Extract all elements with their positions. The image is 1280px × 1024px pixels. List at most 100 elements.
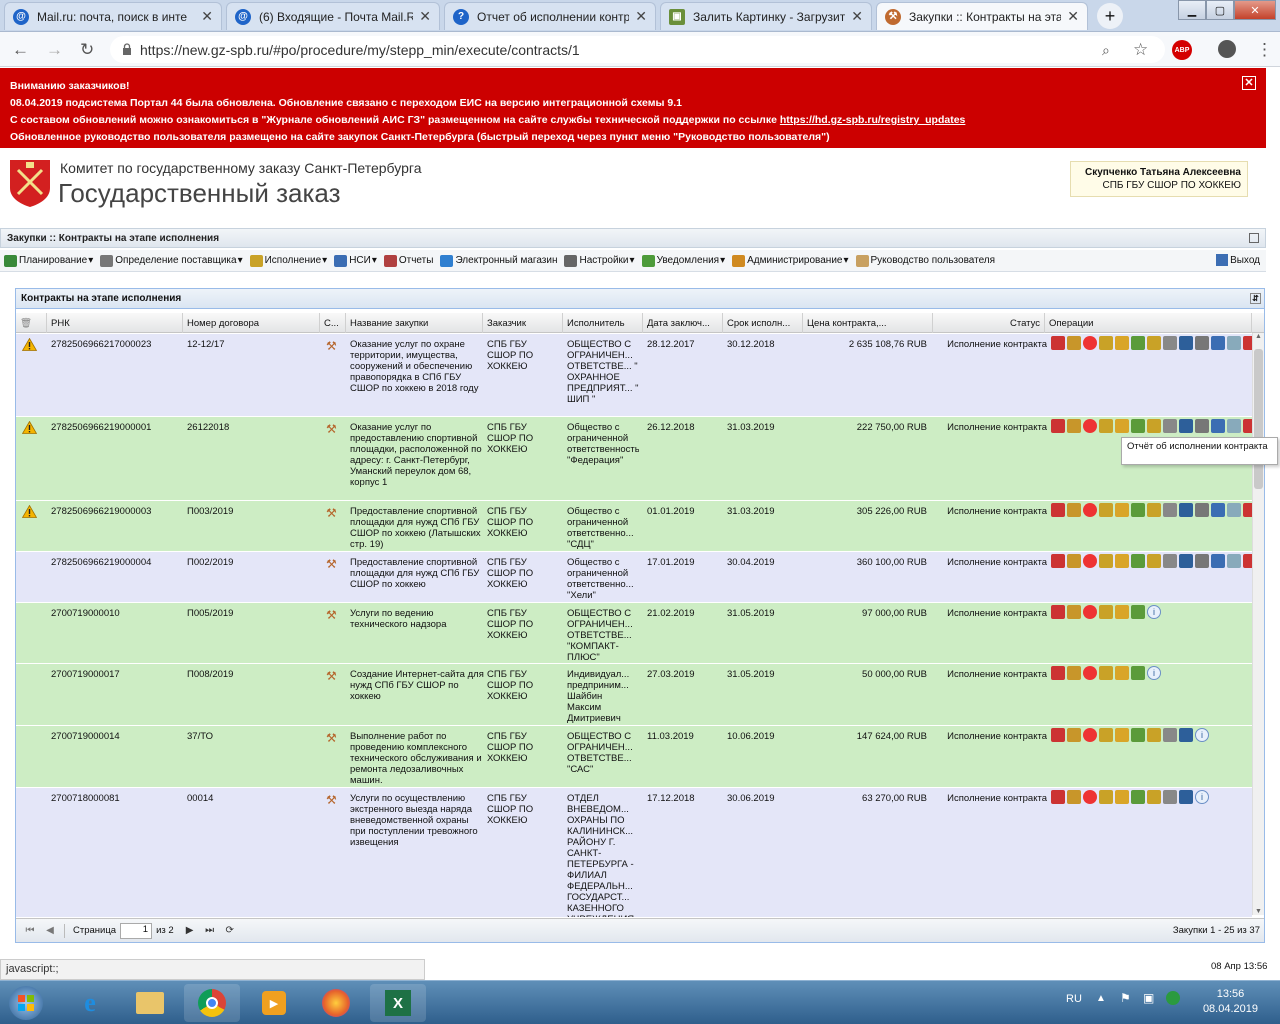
menu-item[interactable]: Уведомления ▾ <box>641 254 725 267</box>
table-row[interactable]: 2782506966217000023 12-12/17 Оказание услу… <box>16 334 1252 417</box>
operation-icon[interactable] <box>1115 336 1129 350</box>
chrome-taskbar-icon[interactable] <box>184 984 240 1022</box>
cell-name[interactable]: Предоставление спортивной площадки для н… <box>350 506 484 550</box>
cell-name[interactable]: Оказание услуг по предоставлению спортив… <box>350 422 484 488</box>
operation-icon[interactable] <box>1099 728 1113 742</box>
tray-network-icon[interactable]: ▣ <box>1143 991 1154 1005</box>
menu-item[interactable]: Отчеты <box>383 254 433 267</box>
browser-tab[interactable]: @ Mail.ru: почта, поиск в инте ✕ <box>4 2 222 30</box>
exit-button[interactable]: Выход <box>1216 254 1260 266</box>
browser-tab[interactable]: ⚒ Закупки :: Контракты на эта ✕ <box>876 2 1088 30</box>
operation-icon[interactable] <box>1227 503 1241 517</box>
updates-link[interactable]: https://hd.gz-spb.ru/registry_updates <box>780 114 966 126</box>
operation-icon[interactable] <box>1115 666 1129 680</box>
operation-icon[interactable] <box>1163 419 1177 433</box>
system-clock[interactable]: 13:56 08.04.2019 <box>1203 987 1258 1017</box>
operation-icon[interactable] <box>1195 336 1209 350</box>
operation-icon[interactable] <box>1131 419 1145 433</box>
operation-icon[interactable] <box>1243 554 1252 568</box>
operation-icon[interactable] <box>1147 554 1161 568</box>
operation-icon[interactable] <box>1179 554 1193 568</box>
grid-scrollbar[interactable]: ▲ ▼ <box>1252 333 1264 915</box>
start-button[interactable] <box>4 984 48 1022</box>
operation-icon[interactable] <box>1099 554 1113 568</box>
operation-icon[interactable] <box>1083 666 1097 680</box>
operation-icon[interactable] <box>1179 790 1193 804</box>
url-field[interactable]: https://new.gz-spb.ru/#po/procedure/my/s… <box>110 36 1165 63</box>
operation-icon[interactable] <box>1067 336 1081 350</box>
operation-icon[interactable] <box>1211 336 1225 350</box>
prev-page-icon[interactable]: ◀ <box>44 925 56 937</box>
table-row[interactable]: 2700719000010 П005/2019 Услуги по ведению … <box>16 603 1252 664</box>
browser-tab[interactable]: @ (6) Входящие - Почта Mail.R ✕ <box>226 2 440 30</box>
firefox-taskbar-icon[interactable] <box>308 984 364 1022</box>
operation-icon[interactable] <box>1131 666 1145 680</box>
operation-icon[interactable] <box>1051 419 1065 433</box>
table-row[interactable]: 2700718000081 00014 Услуги по осуществлени… <box>16 788 1252 918</box>
operation-icon[interactable] <box>1083 336 1097 350</box>
operation-icon[interactable] <box>1131 503 1145 517</box>
operation-icon[interactable] <box>1115 790 1129 804</box>
operation-icon[interactable] <box>1067 503 1081 517</box>
excel-taskbar-icon[interactable]: X <box>370 984 426 1022</box>
operation-icon[interactable] <box>1227 554 1241 568</box>
maximize-window-button[interactable]: ▢ <box>1206 0 1234 20</box>
cell-name[interactable]: Услуги по ведению технического надзора <box>350 608 484 630</box>
operation-icon[interactable] <box>1211 419 1225 433</box>
close-tab-icon[interactable]: ✕ <box>201 8 213 25</box>
operation-icon[interactable] <box>1115 605 1129 619</box>
execution-report-icon[interactable]: i <box>1195 790 1209 804</box>
operation-icon[interactable] <box>1083 728 1097 742</box>
menu-item[interactable]: Исполнение ▾ <box>249 254 327 267</box>
operation-icon[interactable] <box>1051 503 1065 517</box>
media-player-taskbar-icon[interactable]: ▶ <box>246 984 302 1022</box>
operation-icon[interactable] <box>1051 336 1065 350</box>
operation-icon[interactable] <box>1099 419 1113 433</box>
profile-icon[interactable] <box>1218 40 1236 58</box>
operation-icon[interactable] <box>1067 728 1081 742</box>
close-tab-icon[interactable]: ✕ <box>851 8 863 25</box>
close-tab-icon[interactable]: ✕ <box>635 8 647 25</box>
operation-icon[interactable] <box>1147 728 1161 742</box>
operation-icon[interactable] <box>1195 503 1209 517</box>
table-row[interactable]: 2700719000017 П008/2019 Создание Интернет-… <box>16 664 1252 726</box>
operation-icon[interactable] <box>1083 419 1097 433</box>
next-page-icon[interactable]: ▶ <box>184 925 196 937</box>
table-row[interactable]: 2782506966219000003 П003/2019 Предоставлен… <box>16 501 1252 552</box>
column-header[interactable]: РНК <box>47 313 183 333</box>
collapse-panel-button[interactable] <box>1249 233 1259 243</box>
tray-flag-icon[interactable]: ⚑ <box>1120 991 1131 1005</box>
grid-tool-icon[interactable]: ⇵ <box>1250 293 1261 304</box>
operation-icon[interactable] <box>1147 503 1161 517</box>
explorer-taskbar-icon[interactable] <box>122 984 178 1022</box>
ie-taskbar-icon[interactable]: e <box>62 984 118 1022</box>
bookmark-star-icon[interactable]: ☆ <box>1133 40 1148 60</box>
cell-name[interactable]: Оказание услуг по охране территории, иму… <box>350 339 484 394</box>
menu-item[interactable]: НСИ ▾ <box>334 254 377 267</box>
new-tab-button[interactable]: + <box>1097 3 1123 29</box>
operation-icon[interactable] <box>1243 419 1252 433</box>
operation-icon[interactable] <box>1051 554 1065 568</box>
menu-item[interactable]: Настройки ▾ <box>564 254 635 267</box>
column-header[interactable]: Цена контракта,... <box>803 313 933 333</box>
operation-icon[interactable] <box>1163 790 1177 804</box>
operation-icon[interactable] <box>1131 728 1145 742</box>
operation-icon[interactable] <box>1179 503 1193 517</box>
tray-expand-icon[interactable]: ▲ <box>1096 993 1106 1004</box>
operation-icon[interactable] <box>1147 419 1161 433</box>
browser-tab[interactable]: ? Отчет об исполнении контр ✕ <box>444 2 656 30</box>
operation-icon[interactable] <box>1099 666 1113 680</box>
cell-name[interactable]: Предоставление спортивной площадки для н… <box>350 557 484 590</box>
operation-icon[interactable] <box>1083 503 1097 517</box>
operation-icon[interactable] <box>1211 503 1225 517</box>
operation-icon[interactable] <box>1115 419 1129 433</box>
operation-icon[interactable] <box>1131 336 1145 350</box>
column-header[interactable]: С... <box>320 313 346 333</box>
operation-icon[interactable] <box>1099 336 1113 350</box>
operation-icon[interactable] <box>1243 503 1252 517</box>
menu-kebab-icon[interactable]: ⋮ <box>1256 40 1273 60</box>
operation-icon[interactable] <box>1131 605 1145 619</box>
menu-item[interactable]: Руководство пользователя <box>855 254 995 267</box>
close-window-button[interactable]: ✕ <box>1234 0 1276 20</box>
operation-icon[interactable] <box>1131 554 1145 568</box>
